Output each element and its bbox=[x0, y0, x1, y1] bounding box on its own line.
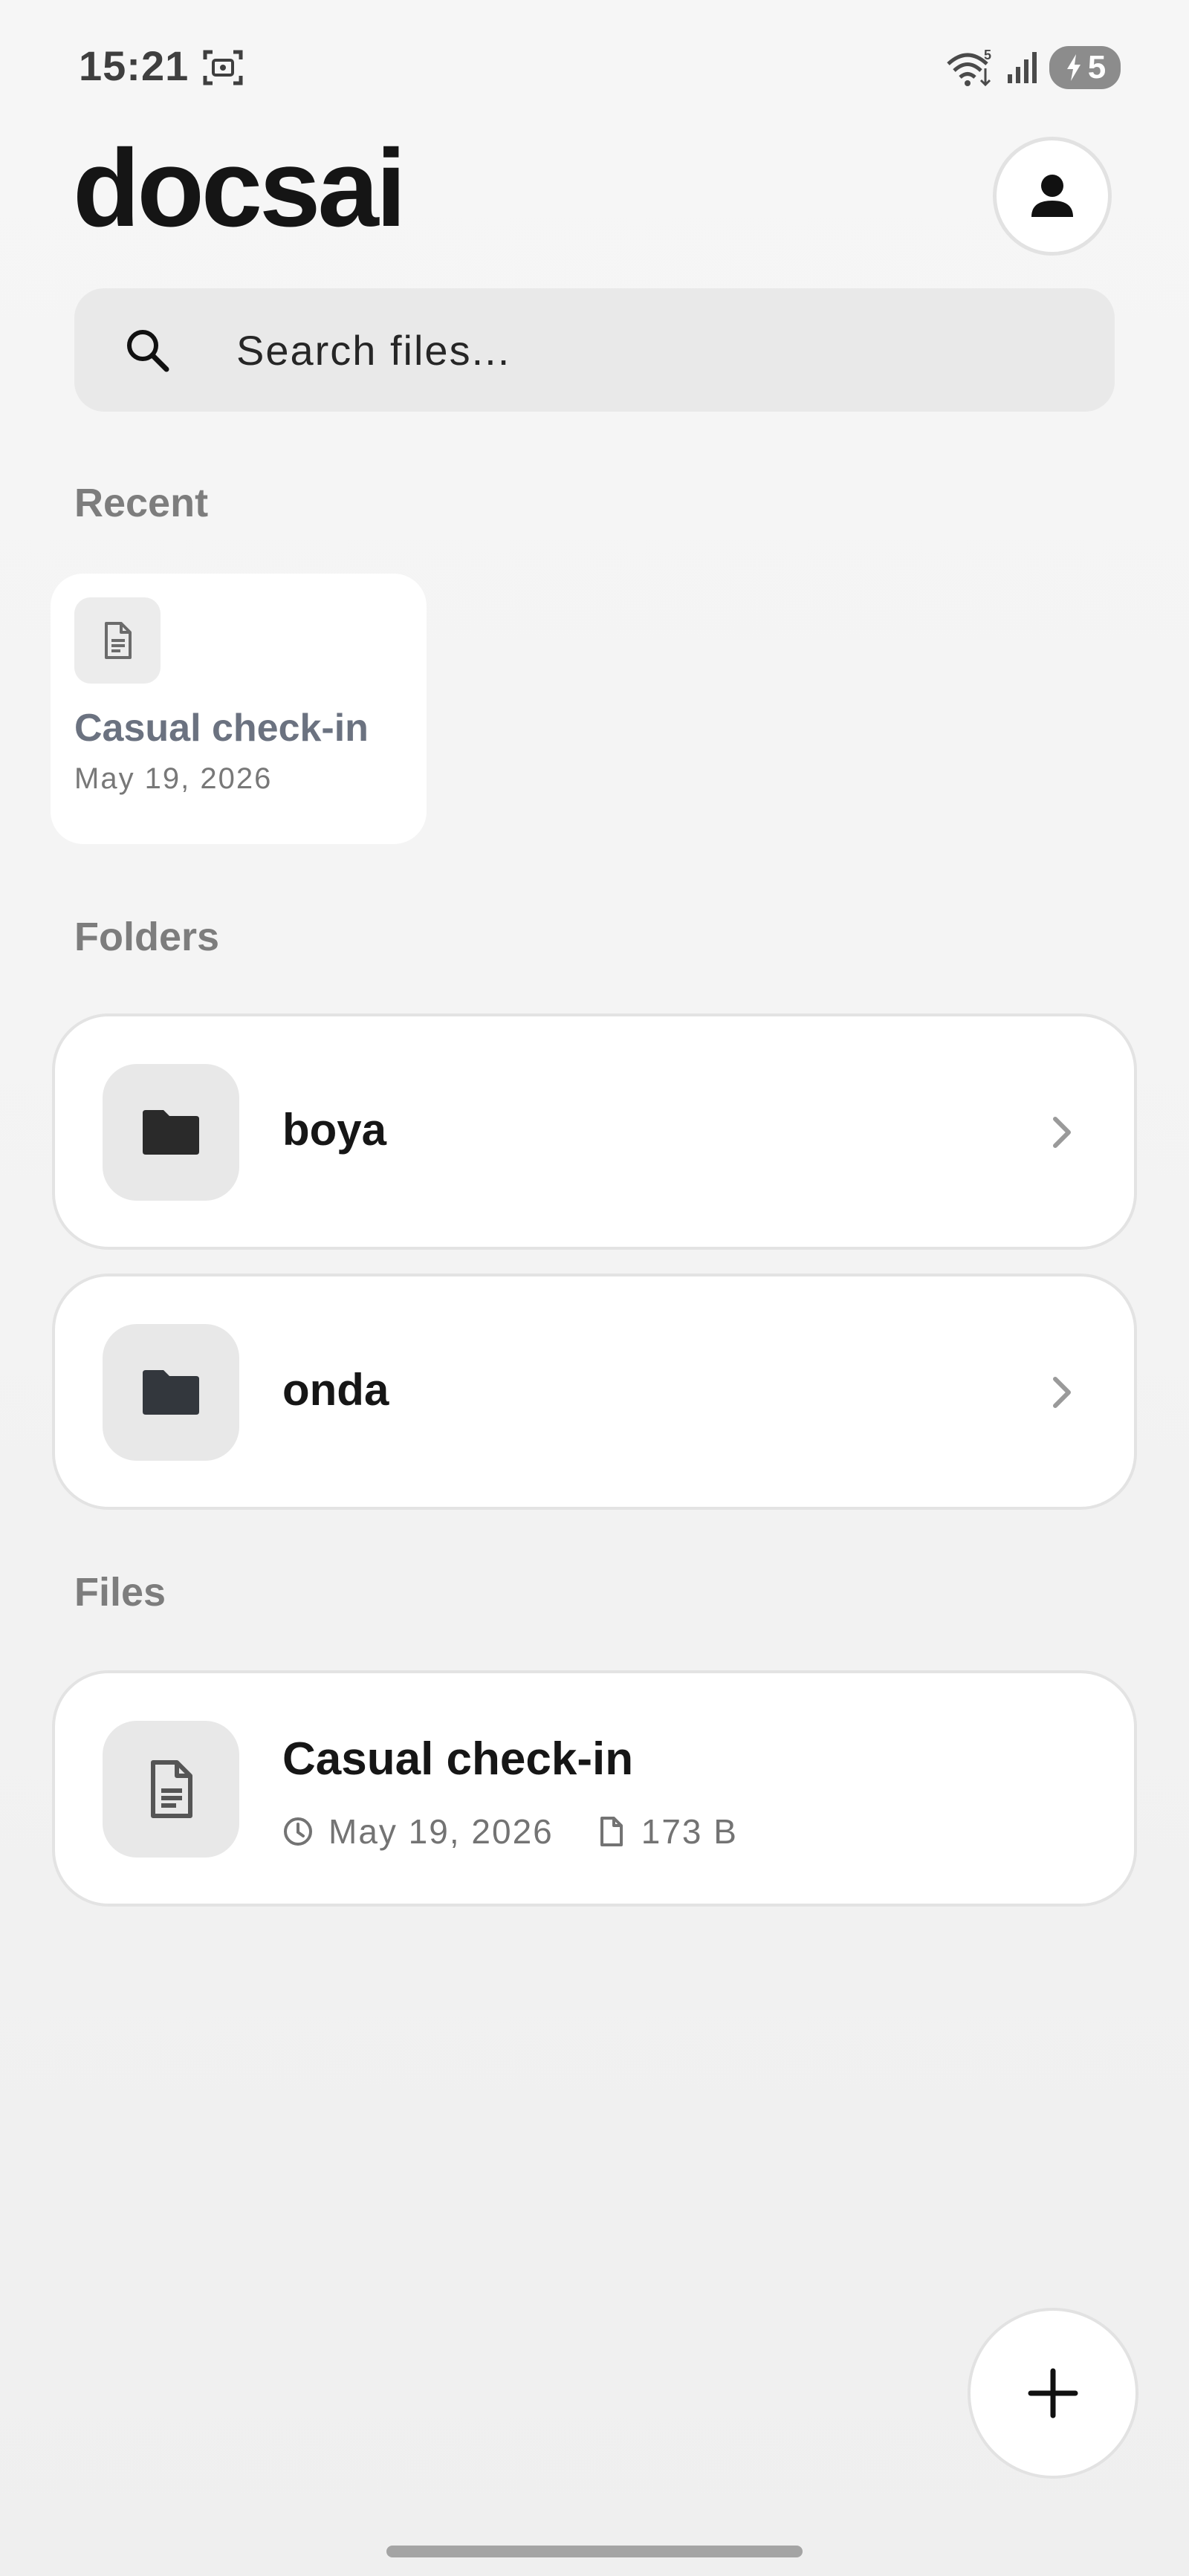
section-label-files: Files bbox=[74, 1570, 166, 1615]
screen-record-icon bbox=[202, 48, 244, 88]
recent-file-icon-box bbox=[74, 597, 161, 684]
folder-icon bbox=[143, 1110, 199, 1155]
charging-bolt-icon bbox=[1066, 54, 1081, 81]
folder-name: onda bbox=[282, 1365, 389, 1415]
status-time: 15:21 bbox=[79, 42, 189, 89]
file-meta: May 19, 2026 173 B bbox=[282, 1811, 738, 1852]
file-icon-box bbox=[103, 1721, 239, 1858]
folder-icon-box bbox=[103, 1064, 239, 1201]
folder-name: boya bbox=[282, 1105, 387, 1155]
document-icon bbox=[151, 1760, 192, 1818]
chevron-right-icon bbox=[1053, 1117, 1071, 1148]
document-icon bbox=[105, 622, 132, 659]
recent-file-name: Casual check-in bbox=[74, 707, 369, 750]
section-label-recent: Recent bbox=[74, 481, 209, 525]
svg-text:5: 5 bbox=[984, 48, 991, 62]
file-name: Casual check-in bbox=[282, 1733, 634, 1785]
folder-icon-box bbox=[103, 1324, 239, 1461]
add-button[interactable] bbox=[968, 2308, 1138, 2479]
recent-file-date: May 19, 2026 bbox=[74, 762, 273, 795]
search-bar[interactable] bbox=[74, 288, 1115, 412]
signal-icon bbox=[1005, 49, 1042, 86]
profile-button[interactable] bbox=[993, 137, 1112, 256]
home-indicator[interactable] bbox=[386, 2546, 803, 2557]
plus-icon bbox=[1028, 2368, 1078, 2418]
chevron-right-icon bbox=[1053, 1377, 1071, 1408]
wifi-icon: 5 bbox=[945, 48, 997, 89]
file-size: 173 B bbox=[641, 1812, 738, 1851]
recent-file-card[interactable]: Casual check-in May 19, 2026 bbox=[51, 574, 427, 844]
file-item[interactable]: Casual check-in May 19, 2026 173 B bbox=[52, 1670, 1137, 1907]
app-title: docsai bbox=[73, 127, 406, 250]
folder-icon bbox=[143, 1370, 199, 1415]
clock-icon bbox=[284, 1817, 312, 1846]
file-size-icon bbox=[600, 1817, 623, 1846]
search-icon bbox=[127, 330, 169, 372]
battery-indicator: 5 bbox=[1049, 46, 1121, 89]
file-date: May 19, 2026 bbox=[328, 1812, 554, 1851]
search-input[interactable] bbox=[236, 313, 1054, 387]
battery-level: 5 bbox=[1087, 49, 1107, 85]
folder-item-onda[interactable]: onda bbox=[52, 1274, 1137, 1510]
folder-item-boya[interactable]: boya bbox=[52, 1013, 1137, 1250]
person-icon bbox=[1031, 175, 1073, 217]
section-label-folders: Folders bbox=[74, 915, 220, 959]
